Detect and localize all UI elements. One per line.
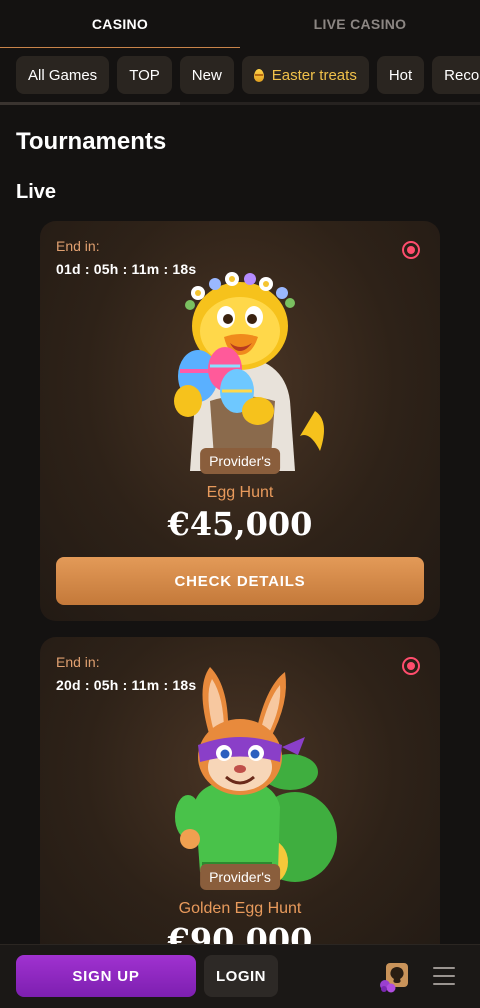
chip-all-games[interactable]: All Games [16,56,110,94]
chip-recommended[interactable]: Reco [432,56,480,94]
tab-live-casino[interactable]: LIVE CASINO [240,0,480,48]
chip-label: Reco [444,66,480,84]
section-title-live: Live [16,181,57,203]
tournament-name: Egg Hunt [206,484,274,501]
login-button[interactable]: LOGIN [204,955,278,997]
chip-label: Hot [388,66,413,84]
chip-easter-treats[interactable]: Easter treats [241,56,369,94]
tournament-card[interactable]: End in: 20d : 05h : 11m : 18s Provider's… [40,637,440,967]
hamburger-menu-icon[interactable] [432,965,456,987]
check-details-button[interactable]: CHECK DETAILS [56,557,424,605]
live-indicator-icon [402,657,420,675]
chip-hot[interactable]: Hot [376,56,425,94]
chip-label: TOP [129,66,160,84]
tournament-card[interactable]: End in: 01d : 05h : 11m : 18s Provider's… [40,221,440,621]
chip-top[interactable]: TOP [117,56,172,94]
chip-new[interactable]: New [179,56,234,94]
easter-chick-illustration [174,272,324,471]
live-indicator-icon [402,241,420,259]
end-in-label: End in: [56,654,100,670]
bottom-bar: SIGN UP LOGIN [0,944,480,1008]
provider-badge: Provider's [200,864,280,890]
chip-label: All Games [28,66,98,84]
sign-up-button[interactable]: SIGN UP [16,955,196,997]
chip-label: New [191,66,222,84]
masked-bunny-illustration [175,667,337,884]
tournament-name: Golden Egg Hunt [178,900,302,917]
chip-label: Easter treats [271,66,357,84]
prize-pool: €45,000 [167,505,313,543]
category-chips: All Games TOP New Easter treats Hot Reco [16,56,480,94]
scroll-indicator [0,102,480,105]
casino-logo-icon[interactable] [378,961,412,993]
egg-icon [253,68,264,82]
provider-badge: Provider's [200,448,280,474]
tab-casino[interactable]: CASINO [0,0,240,48]
end-in-label: End in: [56,238,100,254]
top-tabs: CASINO LIVE CASINO [0,0,480,48]
page-title: Tournaments [16,128,167,155]
